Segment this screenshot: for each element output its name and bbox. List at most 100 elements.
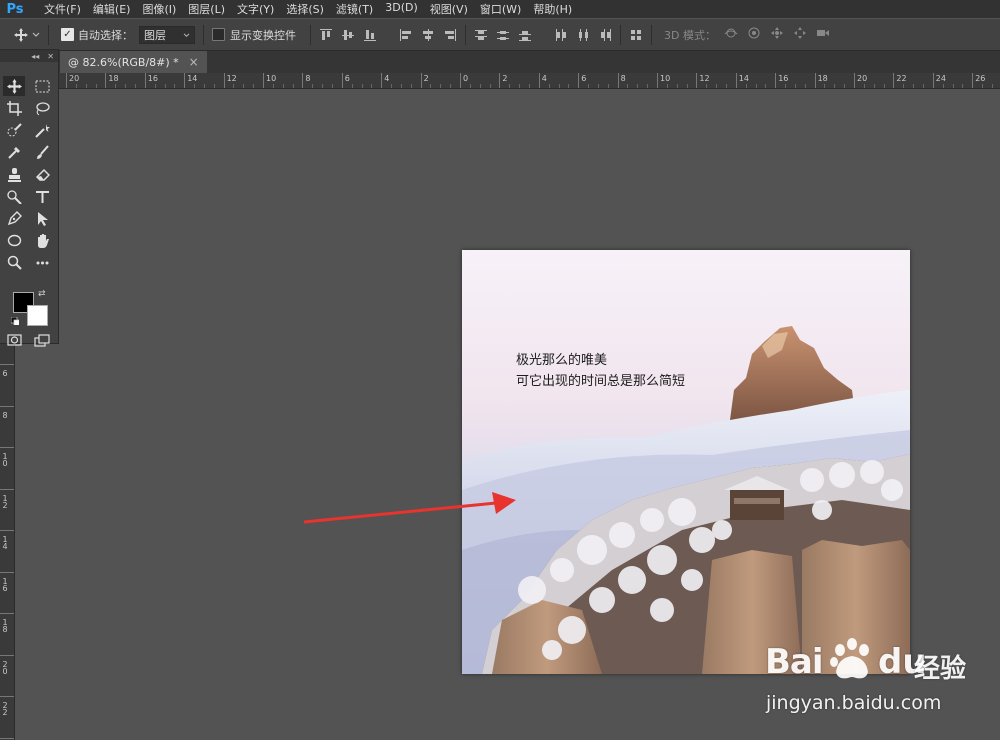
menu-type[interactable]: 文字(Y): [231, 1, 280, 17]
align-right-icon[interactable]: [443, 28, 457, 42]
default-colors-icon[interactable]: [11, 317, 19, 325]
ruler-label: 0: [463, 74, 469, 83]
align-hcenter-icon[interactable]: [421, 28, 435, 42]
menu-layer[interactable]: 图层(L): [182, 1, 231, 17]
hand-tool[interactable]: [31, 230, 53, 250]
ruler-minor-tick: [469, 84, 471, 88]
marquee-tool[interactable]: [31, 76, 53, 96]
burn-tool[interactable]: [3, 186, 25, 206]
auto-select-toggle[interactable]: 自动选择：: [61, 27, 133, 43]
eraser-tool[interactable]: [31, 164, 53, 184]
ruler-label: 1 2: [2, 493, 8, 510]
ellipse-icon: [7, 234, 21, 246]
distribute-vcenter-icon[interactable]: [496, 28, 510, 42]
brush-tool[interactable]: [31, 142, 53, 162]
screen-mode-button[interactable]: [31, 330, 53, 350]
document-image[interactable]: 极光那么的唯美 可它出现的时间总是那么简短: [462, 250, 910, 674]
eraser-icon: [35, 168, 50, 181]
close-icon[interactable]: ×: [189, 55, 199, 69]
document-tab[interactable]: @ 82.6%(RGB/8#) * ×: [60, 51, 207, 73]
ruler-tick: [696, 73, 698, 88]
distribute-hcenter-icon[interactable]: [576, 28, 590, 42]
ruler-tick: [578, 73, 580, 88]
chevron-down-icon: [183, 28, 190, 41]
tools-panel-header[interactable]: ◂◂ ✕: [0, 50, 58, 62]
ruler-minor-tick: [686, 84, 688, 88]
collapse-icon[interactable]: ◂◂: [31, 52, 39, 61]
more-tools[interactable]: [31, 252, 53, 272]
path-select-tool[interactable]: [31, 208, 53, 228]
auto-align-icon[interactable]: [629, 28, 643, 42]
quick-select-tool[interactable]: [3, 120, 25, 140]
divider: [48, 24, 49, 45]
roll-3d-icon[interactable]: [747, 26, 761, 43]
menu-select[interactable]: 选择(S): [280, 1, 330, 17]
screen-mode-icon: [34, 333, 50, 347]
ruler-minor-tick: [134, 84, 136, 88]
caption-line-2: 可它出现的时间总是那么简短: [516, 374, 686, 389]
menu-help[interactable]: 帮助(H): [527, 1, 578, 17]
ruler-label: 12: [226, 74, 237, 83]
orbit-3d-icon[interactable]: [724, 26, 738, 43]
ruler-minor-tick: [824, 84, 826, 88]
ruler-label: 1 4: [2, 535, 8, 551]
quick-mask-button[interactable]: [3, 330, 25, 350]
pen-tool[interactable]: [3, 208, 25, 228]
stamp-tool[interactable]: [3, 164, 25, 184]
ruler-label: 10: [660, 74, 671, 83]
lasso-tool[interactable]: [31, 98, 53, 118]
align-bottom-icon[interactable]: [363, 28, 377, 42]
landscape-photo: [462, 250, 910, 674]
menu-edit[interactable]: 编辑(E): [87, 1, 137, 17]
ruler-minor-tick: [706, 84, 708, 88]
divider: [203, 24, 204, 45]
ruler-minor-tick: [115, 84, 117, 88]
ruler-minor-tick: [834, 84, 836, 88]
show-transform-checkbox[interactable]: [212, 28, 225, 41]
ruler-minor-tick: [164, 84, 166, 88]
menu-3d[interactable]: 3D(D): [379, 1, 424, 17]
menu-window[interactable]: 窗口(W): [474, 1, 527, 17]
pan-3d-icon[interactable]: [770, 26, 784, 43]
ruler-tick: [0, 571, 14, 573]
menu-filter[interactable]: 滤镜(T): [330, 1, 379, 17]
zoom-tool[interactable]: [3, 252, 25, 272]
align-vcenter-icon[interactable]: [341, 28, 355, 42]
eyedropper-tool[interactable]: [3, 142, 25, 162]
swap-colors-icon[interactable]: ⇄: [38, 289, 46, 299]
quick-mask-icon: [6, 334, 22, 346]
crop-tool[interactable]: [3, 98, 25, 118]
burn-icon: [7, 189, 22, 204]
background-color-swatch[interactable]: [27, 305, 48, 326]
tool-preset-picker[interactable]: [14, 27, 40, 42]
distribute-top-icon[interactable]: [474, 28, 488, 42]
ruler-minor-tick: [440, 84, 442, 88]
slide-3d-icon[interactable]: [793, 26, 807, 43]
ruler-label: 6: [2, 369, 8, 378]
ruler-minor-tick: [962, 84, 964, 88]
ruler-label: 18: [108, 74, 119, 83]
ellipse-tool[interactable]: [3, 230, 25, 250]
ruler-tick: [0, 364, 14, 365]
ruler-tick: [932, 73, 934, 88]
magic-wand-tool[interactable]: [31, 120, 53, 140]
type-tool[interactable]: [31, 186, 53, 206]
ruler-minor-tick: [982, 84, 984, 88]
show-transform-toggle[interactable]: 显示变换控件: [212, 27, 296, 43]
distribute-right-icon[interactable]: [598, 28, 612, 42]
ruler-minor-tick: [95, 84, 97, 88]
align-left-icon[interactable]: [399, 28, 413, 42]
menu-file[interactable]: 文件(F): [38, 1, 87, 17]
menu-image[interactable]: 图像(I): [136, 1, 182, 17]
menu-view[interactable]: 视图(V): [424, 1, 474, 17]
distribute-bottom-icon[interactable]: [518, 28, 532, 42]
auto-select-target-dropdown[interactable]: 图层: [139, 25, 195, 44]
auto-select-checkbox[interactable]: [61, 28, 74, 41]
align-top-icon[interactable]: [319, 28, 333, 42]
close-icon[interactable]: ✕: [47, 52, 54, 61]
ruler-minor-tick: [489, 84, 491, 88]
ruler-tick: [341, 73, 343, 88]
move-tool[interactable]: [3, 76, 25, 96]
scale-3d-icon[interactable]: [816, 26, 830, 43]
distribute-left-icon[interactable]: [554, 28, 568, 42]
